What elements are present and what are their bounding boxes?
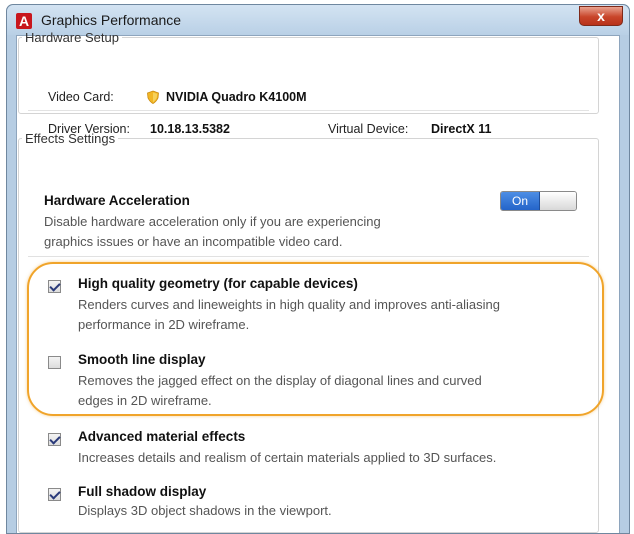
shield-icon (147, 90, 159, 104)
full-shadow-display-checkbox[interactable] (48, 488, 61, 501)
advanced-material-effects-checkbox[interactable] (48, 433, 61, 446)
toggle-on-label: On (501, 192, 540, 210)
toggle-knob (540, 192, 576, 210)
close-button[interactable]: x (579, 6, 623, 26)
window-title: Graphics Performance (41, 12, 182, 28)
hardware-setup-legend: Hardware Setup (25, 30, 119, 45)
close-icon: x (597, 8, 605, 24)
advanced-material-effects-description: Increases details and realism of certain… (78, 450, 497, 465)
high-quality-geometry-title: High quality geometry (for capable devic… (78, 276, 358, 291)
hardware-divider (28, 110, 589, 111)
hardware-acceleration-title: Hardware Acceleration (44, 193, 190, 208)
video-card-value: NVIDIA Quadro K4100M (166, 90, 307, 104)
smooth-line-display-title: Smooth line display (78, 352, 206, 367)
high-quality-geometry-description-1: Renders curves and lineweights in high q… (78, 297, 501, 312)
hardware-acceleration-description-2: graphics issues or have an incompatible … (44, 234, 343, 249)
advanced-material-effects-title: Advanced material effects (78, 429, 246, 444)
autocad-app-icon: A (16, 13, 32, 29)
smooth-line-display-checkbox[interactable] (48, 356, 61, 369)
smooth-line-display-description-2: edges in 2D wireframe. (78, 393, 212, 408)
effects-separator (28, 256, 589, 257)
hardware-acceleration-toggle[interactable]: On (500, 191, 577, 211)
high-quality-geometry-description-2: performance in 2D wireframe. (78, 317, 250, 332)
full-shadow-display-description: Displays 3D object shadows in the viewpo… (78, 503, 332, 518)
smooth-line-display-description-1: Removes the jagged effect on the display… (78, 373, 482, 388)
video-card-label: Video Card: (48, 90, 114, 104)
effects-settings-legend: Effects Settings (25, 131, 116, 146)
hardware-acceleration-description-1: Disable hardware acceleration only if yo… (44, 214, 381, 229)
high-quality-geometry-checkbox[interactable] (48, 280, 61, 293)
full-shadow-display-title: Full shadow display (78, 484, 207, 499)
